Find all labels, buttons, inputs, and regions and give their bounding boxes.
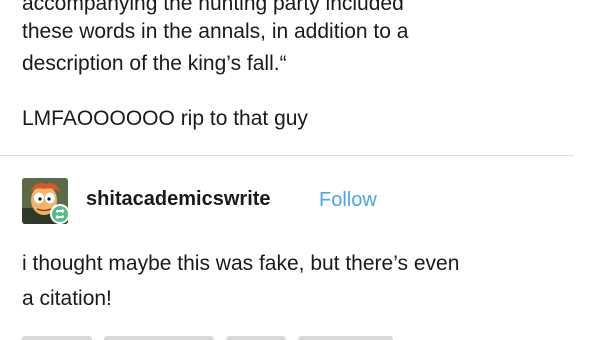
cropped-top-text: accompanying the hunting party included (22, 0, 404, 15)
tumblr-post-screenshot: accompanying the hunting party included … (0, 0, 600, 340)
quoted-post-line: description of the king’s fall.“ (22, 52, 287, 75)
reblog-author-row: shitacademicswrite Follow (22, 178, 582, 226)
quoted-post-line: these words in the annals, in addition t… (22, 20, 409, 43)
reblog-comment-line: i thought maybe this was fake, but there… (22, 252, 460, 275)
quoted-post-text: these words in the annals, in addition t… (22, 16, 582, 80)
reply-text: LMFAOOOOOO rip to that guy (22, 107, 308, 130)
reblog-comment: i thought maybe this was fake, but there… (22, 246, 582, 316)
reblog-comment-line: a citation! (22, 287, 112, 310)
username-link[interactable]: shitacademicswrite (86, 188, 271, 211)
reblog-icon (50, 204, 70, 224)
follow-button[interactable]: Follow (319, 189, 377, 212)
divider (0, 155, 574, 156)
cropped-bottom-text (22, 328, 442, 340)
